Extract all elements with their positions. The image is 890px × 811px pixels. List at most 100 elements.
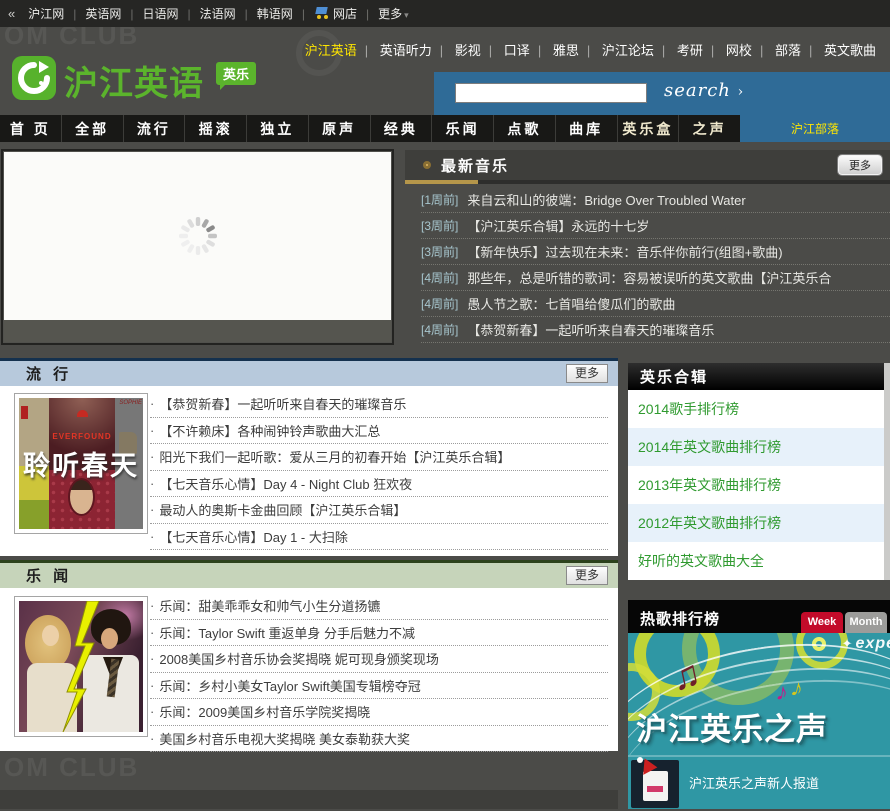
collage-label-sophie: SOPHIE	[119, 400, 142, 406]
list-item[interactable]: · 乐闻：2009美国乡村音乐学院奖揭晓	[150, 699, 608, 726]
main-nav: 首 页 全部 流行 摇滚 独立 原声 经典 乐闻 点歌 曲库 英乐盒 之声 沪江…	[0, 115, 890, 142]
album-link-2012-songs[interactable]: 2012年英文歌曲排行榜	[628, 504, 890, 542]
pop-more-button[interactable]: 更多	[565, 364, 608, 383]
list-item[interactable]: [4周前] 【恭贺新春】一起听听来自春天的璀璨音乐	[421, 317, 890, 343]
nav-rock[interactable]: 摇滚	[185, 115, 247, 142]
hnav-tribe[interactable]: 部落	[767, 43, 809, 58]
album-link-2013-songs[interactable]: 2013年英文歌曲排行榜	[628, 466, 890, 504]
search-button[interactable]: search ›	[664, 80, 744, 101]
topbar-link-japanese[interactable]: 日语网	[134, 5, 188, 22]
nav-pop[interactable]: 流行	[124, 115, 186, 142]
shopping-cart-icon	[314, 7, 330, 19]
topbar-link-shop[interactable]: 网店	[305, 5, 366, 22]
search-arrow-icon: ›	[737, 84, 745, 100]
list-item[interactable]: · 美国乡村音乐电视大奖揭晓 美女泰勒获大奖	[150, 726, 608, 752]
hat-pompom	[637, 757, 643, 763]
item-age: [1周前]	[421, 193, 459, 207]
scrollbar[interactable]	[884, 363, 890, 580]
list-item[interactable]: · 【七天音乐心情】Day 1 - 大扫除	[150, 524, 608, 550]
bullet-dot: ·	[150, 730, 155, 746]
list-item[interactable]: [4周前] 那些年，总是听错的歌词：容易被误听的英文歌曲【沪江英乐合	[421, 265, 890, 291]
topbar-link-hujiang[interactable]: 沪江网	[19, 5, 73, 22]
hnav-interpreting[interactable]: 口译	[496, 43, 538, 58]
site-logo-icon[interactable]	[12, 56, 56, 100]
item-title[interactable]: 【新年快乐】过去现在未来：音乐伴你前行(组图+歌曲)	[467, 242, 782, 261]
list-item[interactable]: · 乐闻：Taylor Swift 重返单身 分手后魅力不减	[150, 620, 608, 646]
separator: |	[808, 43, 813, 58]
separator: |	[488, 43, 493, 58]
site-logo-text[interactable]: 沪江英语	[64, 56, 204, 105]
list-item[interactable]: · 2008美国乡村音乐协会奖揭晓 妮可现身颁奖现场	[150, 646, 608, 673]
hnav-english-songs[interactable]: 英文歌曲	[816, 43, 884, 58]
nav-library[interactable]: 曲库	[556, 115, 618, 142]
nav-home[interactable]: 首 页	[0, 115, 62, 142]
list-item[interactable]: · 乐闻：甜美乖乖女和帅气小生分道扬镳	[150, 593, 608, 620]
list-item[interactable]: [1周前] 来自云和山的彼端：Bridge Over Troubled Water	[421, 187, 890, 213]
red-label-shape	[647, 786, 663, 792]
list-item[interactable]: · 阳光下我们一起听歌：爱从三月的初春开始【沪江英乐合辑】	[150, 444, 608, 471]
bullet-dot: ·	[150, 677, 155, 693]
hnav-school[interactable]: 网校	[718, 43, 760, 58]
nav-music-box[interactable]: 英乐盒	[618, 115, 680, 142]
latest-music-title: 最新音乐	[441, 157, 510, 175]
item-age: [4周前]	[421, 323, 459, 337]
latest-more-button[interactable]: 更多	[838, 155, 882, 175]
gold-bullet-icon	[423, 161, 431, 169]
pop-section: 流 行 更多 SOPHIE EVERFOUND 聆听春天 · 【恭贺新春】一起听听…	[0, 358, 618, 556]
music-channel-badge[interactable]: 英乐	[216, 62, 257, 90]
nav-partner-tribe[interactable]: 沪江部落	[740, 115, 890, 142]
topbar-link-korean[interactable]: 韩语网	[248, 5, 302, 22]
nav-classic[interactable]: 经典	[371, 115, 433, 142]
search-input[interactable]	[455, 83, 647, 103]
item-age: [4周前]	[421, 297, 459, 311]
tab-month[interactable]: Month	[845, 612, 887, 633]
feed-thumbnail[interactable]	[631, 755, 679, 808]
hnav-movies[interactable]: 影视	[447, 43, 489, 58]
list-item[interactable]: [3周前] 【沪江英乐合辑】永远的十七岁	[421, 213, 890, 239]
list-item[interactable]: · 乐闻：乡村小美女Taylor Swift美国专辑榜夺冠	[150, 673, 608, 699]
pop-album-thumbnail[interactable]: SOPHIE EVERFOUND 聆听春天	[14, 393, 148, 534]
news-section-title: 乐 闻	[26, 568, 73, 585]
latest-music-list: [1周前] 来自云和山的彼端：Bridge Over Troubled Water…	[405, 187, 890, 343]
tab-week[interactable]: Week	[801, 612, 843, 633]
list-item[interactable]: · 【恭贺新春】一起听听来自春天的璀璨音乐	[150, 391, 608, 418]
banner-title: 沪江英乐之声	[636, 712, 828, 747]
dropdown-arrow-icon: ▾	[404, 10, 409, 20]
list-item[interactable]: · 【不许赖床】各种闹钟铃声歌曲大汇总	[150, 418, 608, 444]
item-title[interactable]: 来自云和山的彼端：Bridge Over Troubled Water	[467, 190, 745, 209]
item-title[interactable]: 那些年，总是听错的歌词：容易被误听的英文歌曲【沪江英乐合	[467, 268, 831, 287]
news-more-button[interactable]: 更多	[565, 566, 608, 585]
album-link-best-songs[interactable]: 好听的英文歌曲大全	[628, 542, 890, 580]
nav-request[interactable]: 点歌	[494, 115, 556, 142]
list-item[interactable]: · 【七天音乐心情】Day 4 - Night Club 狂欢夜	[150, 471, 608, 497]
feed-item-title[interactable]: 沪江英乐之声新人报道	[689, 757, 819, 811]
item-title[interactable]: 愚人节之歌：七首唱给傻瓜们的歌曲	[467, 294, 675, 313]
album-link-2014-songs[interactable]: 2014年英文歌曲排行榜	[628, 428, 890, 466]
portrait-shape	[68, 478, 95, 516]
hnav-kaoyan[interactable]: 考研	[669, 43, 711, 58]
music-voice-banner[interactable]: ♫ ♪ ♪ ✦expe 沪江英乐之声	[628, 633, 890, 755]
list-item[interactable]: · 最动人的奥斯卡金曲回顾【沪江英乐合辑】	[150, 497, 608, 524]
nav-soundtrack[interactable]: 原声	[309, 115, 371, 142]
latest-music-header: 最新音乐 更多	[405, 150, 890, 180]
nav-music-news[interactable]: 乐闻	[432, 115, 494, 142]
item-title[interactable]: 【恭贺新春】一起听听来自春天的璀璨音乐	[467, 320, 714, 339]
list-item[interactable]: [4周前] 愚人节之歌：七首唱给傻瓜们的歌曲	[421, 291, 890, 317]
hnav-listening[interactable]: 英语听力	[372, 43, 440, 58]
list-item[interactable]: [3周前] 【新年快乐】过去现在未来：音乐伴你前行(组图+歌曲)	[421, 239, 890, 265]
news-list: · 乐闻：甜美乖乖女和帅气小生分道扬镳 · 乐闻：Taylor Swift 重返单身…	[150, 593, 608, 752]
topbar-link-french[interactable]: 法语网	[191, 5, 245, 22]
bullet-dot: ·	[150, 598, 155, 614]
topbar-link-more[interactable]: 更多 ▾	[369, 5, 418, 22]
item-title[interactable]: 【沪江英乐合辑】永远的十七岁	[467, 216, 649, 235]
hnav-forum[interactable]: 沪江论坛	[594, 43, 662, 58]
nav-voice[interactable]: 之声	[679, 115, 740, 142]
separator: |	[759, 43, 764, 58]
hnav-ielts[interactable]: 雅思	[545, 43, 587, 58]
nav-indie[interactable]: 独立	[247, 115, 309, 142]
nav-all[interactable]: 全部	[62, 115, 124, 142]
topbar-link-english[interactable]: 英语网	[76, 5, 130, 22]
album-link-2014-singers[interactable]: 2014歌手排行榜	[628, 390, 890, 428]
news-photo-thumbnail[interactable]	[14, 596, 148, 737]
hnav-hujiang-english[interactable]: 沪江英语	[297, 43, 365, 58]
